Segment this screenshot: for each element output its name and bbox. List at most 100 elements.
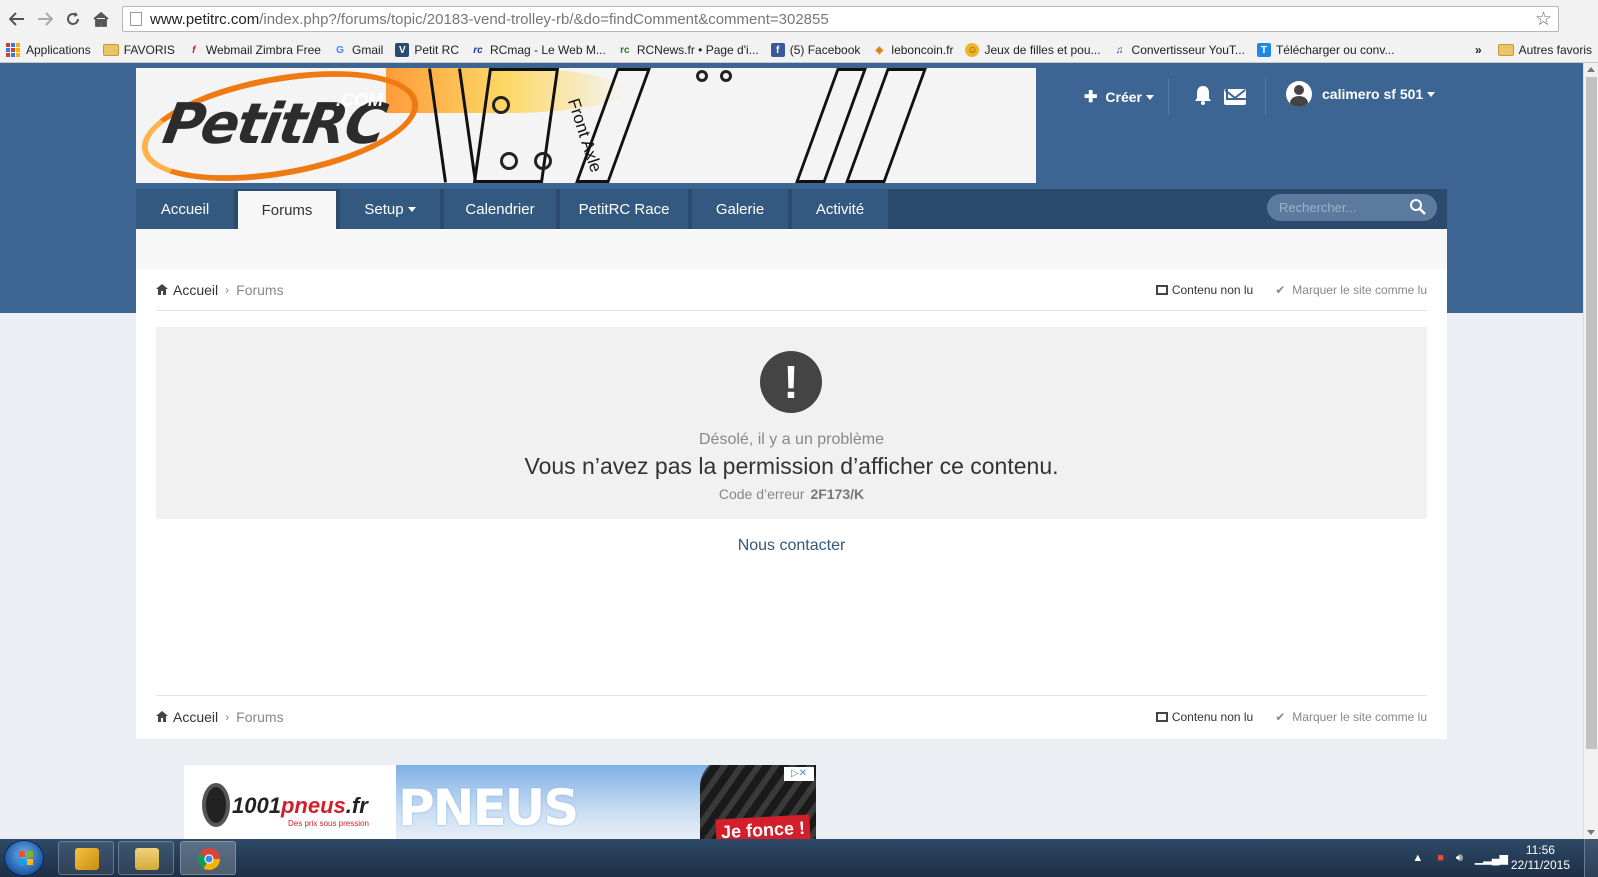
windows-taskbar: ▲ ■ 🔊︎ ▁▂▄▆ 11:56 22/11/2015 [0, 839, 1598, 877]
outlook-icon [75, 848, 99, 870]
error-code: Code d’erreur 2F173/K [156, 486, 1427, 502]
mark-read-link[interactable]: ✔ Marquer le site comme lu [1275, 710, 1427, 724]
home-icon [156, 711, 168, 722]
tab-petitrc-race[interactable]: PetitRC Race [560, 189, 688, 229]
bookmark-rcmag[interactable]: rc RCmag - Le Web M... [471, 43, 606, 57]
sketch-circle [696, 70, 708, 82]
tab-forums[interactable]: Forums [238, 191, 336, 229]
bookmark-label: Gmail [351, 43, 384, 57]
taskbar-outlook[interactable] [58, 841, 114, 875]
tire-icon [202, 783, 230, 827]
avatar [1286, 81, 1312, 107]
plus-icon: ✚ [1084, 89, 1098, 106]
bookmark-facebook[interactable]: f (5) Facebook [770, 43, 861, 57]
start-button[interactable] [4, 840, 44, 876]
ad-banner[interactable]: 1001pneus.fr Des prix sous pression PNEU… [184, 765, 816, 839]
sketch-circle [720, 70, 732, 82]
chrome-icon [197, 848, 220, 870]
apps-icon [6, 43, 20, 57]
create-button[interactable]: ✚ Créer [1084, 87, 1154, 107]
tab-label: Accueil [160, 200, 210, 218]
tab-galerie[interactable]: Galerie [692, 189, 788, 229]
caret-down-icon [1427, 91, 1436, 97]
network-alert-icon[interactable]: ■ [1437, 852, 1444, 864]
arrow-right-icon [38, 12, 53, 26]
folder-icon [102, 44, 119, 56]
site-banner[interactable]: PetitRC .COM Front Axle [136, 68, 1036, 183]
scroll-down-icon[interactable] [1587, 830, 1595, 835]
bookmark-zimbra[interactable]: f Webmail Zimbra Free [187, 43, 321, 57]
forward-button[interactable] [31, 5, 59, 33]
reload-button[interactable] [59, 5, 87, 33]
tab-label: Calendrier [465, 200, 535, 218]
url-path: /index.php?/forums/topic/20183-vend-trol… [259, 10, 829, 28]
bookmark-jeux[interactable]: ☺ Jeux de filles et pou... [965, 43, 1101, 57]
user-menu[interactable]: calimero sf 501 [1286, 81, 1436, 107]
unread-content-link[interactable]: Contenu non lu [1155, 710, 1253, 724]
ad-cta: Je fonce ! [715, 814, 811, 839]
tray-expand-icon[interactable]: ▲ [1412, 852, 1423, 864]
bookmark-convertisseur[interactable]: ♫ Convertisseur YouT... [1113, 43, 1245, 57]
taskbar-chrome[interactable] [180, 841, 236, 875]
contact-label: Nous contacter [737, 537, 846, 554]
explorer-icon [135, 848, 159, 870]
taskbar-explorer[interactable] [118, 841, 174, 875]
error-code-value: 2F173/K [810, 486, 865, 502]
breadcrumb-home[interactable]: Accueil [156, 709, 218, 725]
search-icon[interactable] [1409, 198, 1427, 216]
subnav-bar [136, 229, 1447, 269]
tab-setup[interactable]: Setup [340, 189, 440, 229]
petitrc-icon: V [395, 43, 410, 57]
tab-calendrier[interactable]: Calendrier [444, 189, 556, 229]
bookmark-label: (5) Facebook [789, 43, 861, 57]
bookmark-rcnews[interactable]: rc RCNews.fr • Page d'i... [618, 43, 759, 57]
error-message: Vous n’avez pas la permission d’afficher… [524, 453, 1059, 479]
bookmarks-overflow-button[interactable]: » [1475, 43, 1482, 57]
chevron-right-icon: › [225, 282, 230, 297]
bell-icon[interactable] [1194, 85, 1212, 105]
unread-content-link[interactable]: Contenu non lu [1155, 283, 1253, 297]
ad-brand-word: pneus [280, 793, 346, 818]
chevron-right-icon: › [225, 709, 230, 724]
windows-logo-icon [19, 851, 33, 865]
rcnews-icon: rc [620, 44, 630, 56]
bookmark-applications[interactable]: Applications [0, 43, 91, 57]
volume-icon[interactable]: 🔊︎ [1456, 852, 1463, 865]
bookmark-petitrc[interactable]: V Petit RC [395, 43, 459, 57]
home-button[interactable] [87, 5, 115, 33]
scrollbar-thumb[interactable] [1586, 77, 1597, 749]
create-label: Créer [1105, 89, 1142, 105]
tab-activite[interactable]: Activité [792, 189, 888, 229]
breadcrumb-current[interactable]: Forums [236, 282, 283, 298]
bookmark-other[interactable]: Autres favoris [1497, 43, 1592, 57]
show-desktop-button[interactable] [1584, 839, 1598, 877]
bookmark-telecharger[interactable]: T Télécharger ou conv... [1256, 43, 1394, 57]
breadcrumb-current[interactable]: Forums [236, 709, 283, 725]
bookmark-label: leboncoin.fr [891, 43, 954, 57]
breadcrumb-home-label: Accueil [173, 708, 219, 725]
url-host: www.petitrc.com [150, 10, 260, 28]
reload-icon [67, 12, 79, 25]
bookmark-gmail[interactable]: G Gmail [333, 43, 383, 57]
tab-accueil[interactable]: Accueil [136, 189, 234, 229]
leboncoin-icon: ◈ [875, 44, 884, 56]
address-bar[interactable]: www.petitrc.com/index.php?/forums/topic/… [122, 6, 1559, 32]
signal-icon[interactable]: ▁▂▄▆ [1475, 852, 1508, 865]
bookmark-favoris[interactable]: FAVORIS [102, 43, 175, 57]
jeux-icon: ☺ [965, 43, 980, 57]
sketch-circle [492, 96, 510, 114]
search-input[interactable]: Rechercher... [1267, 194, 1437, 221]
vertical-scrollbar[interactable] [1583, 63, 1598, 839]
mark-read-link[interactable]: ✔ Marquer le site comme lu [1275, 283, 1427, 297]
bookmark-star-icon[interactable]: ☆ [1535, 8, 1552, 31]
envelope-icon[interactable] [1224, 89, 1246, 105]
taskbar-clock[interactable]: 11:56 22/11/2015 [1511, 843, 1570, 873]
tab-label: Setup [364, 200, 404, 218]
adchoices-close-icon[interactable]: ▷✕ [784, 767, 814, 781]
bookmark-leboncoin[interactable]: ◈ leboncoin.fr [872, 43, 954, 57]
main-content: Accueil › Forums Contenu non lu ✔ Marque… [136, 269, 1447, 739]
scroll-up-icon[interactable] [1587, 67, 1595, 72]
contact-link[interactable]: Nous contacter [136, 537, 1447, 555]
back-button[interactable] [3, 5, 31, 33]
breadcrumb-home[interactable]: Accueil [156, 282, 218, 298]
